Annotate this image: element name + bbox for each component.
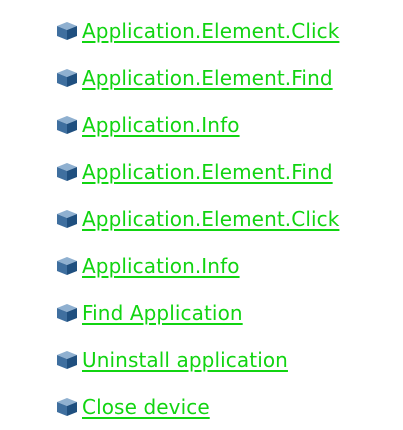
- list-item: Uninstall application: [56, 336, 339, 383]
- link-application-info[interactable]: Application.Info: [82, 254, 240, 278]
- cube-icon: [56, 350, 78, 370]
- link-uninstall-application[interactable]: Uninstall application: [82, 348, 288, 372]
- link-list: Application.Element.Click Application.El…: [56, 7, 339, 430]
- cube-icon: [56, 303, 78, 323]
- cube-icon: [56, 397, 78, 417]
- link-find-application[interactable]: Find Application: [82, 301, 243, 325]
- cube-icon: [56, 115, 78, 135]
- link-application-element-find[interactable]: Application.Element.Find: [82, 160, 333, 184]
- link-application-element-find[interactable]: Application.Element.Find: [82, 66, 333, 90]
- link-application-info[interactable]: Application.Info: [82, 113, 240, 137]
- cube-icon: [56, 256, 78, 276]
- cube-icon: [56, 209, 78, 229]
- cube-icon: [56, 68, 78, 88]
- list-item: Application.Element.Find: [56, 54, 339, 101]
- list-item: Application.Info: [56, 101, 339, 148]
- list-item: Application.Info: [56, 242, 339, 289]
- list-item: Application.Element.Click: [56, 195, 339, 242]
- cube-icon: [56, 162, 78, 182]
- link-application-element-click[interactable]: Application.Element.Click: [82, 19, 339, 43]
- list-item: Application.Element.Find: [56, 148, 339, 195]
- link-application-element-click[interactable]: Application.Element.Click: [82, 207, 339, 231]
- list-item: Close device: [56, 383, 339, 430]
- link-close-device[interactable]: Close device: [82, 395, 210, 419]
- cube-icon: [56, 21, 78, 41]
- list-item: Application.Element.Click: [56, 7, 339, 54]
- list-item: Find Application: [56, 289, 339, 336]
